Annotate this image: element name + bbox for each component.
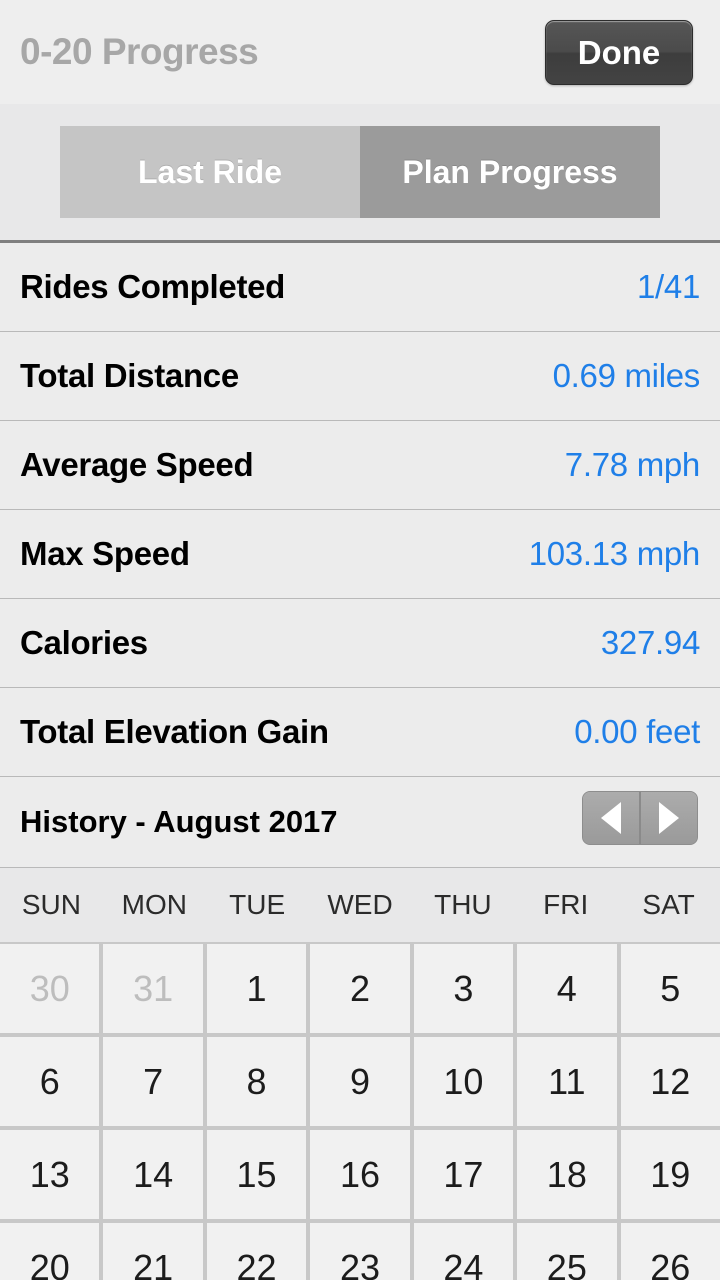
done-button[interactable]: Done [545, 20, 693, 85]
month-stepper[interactable] [582, 791, 698, 845]
calendar-day-cell[interactable]: 2 [310, 944, 410, 1033]
next-month-button[interactable] [639, 792, 697, 844]
day-header-sun: SUN [21, 889, 81, 920]
stat-row-max-speed: Max Speed 103.13 mph [0, 510, 720, 599]
stat-value: 0.00 feet [574, 713, 700, 750]
calendar-day-cell[interactable]: 7 [103, 1037, 203, 1126]
calendar-day-cell[interactable]: 11 [517, 1037, 617, 1126]
calendar-day-cell[interactable]: 6 [0, 1037, 100, 1126]
calendar-day-cell[interactable]: 17 [413, 1130, 514, 1219]
calendar-grid: 30 31 1 2 3 4 5 6 7 8 9 10 11 12 13 14 1… [0, 942, 720, 1280]
calendar-week-row: 13 14 15 16 17 18 19 [0, 1130, 720, 1219]
day-header-wed: WED [327, 889, 393, 920]
triangle-left-icon [601, 802, 621, 834]
previous-month-button[interactable] [583, 792, 639, 844]
calendar-day-cell[interactable]: 25 [517, 1223, 617, 1280]
page-title: 0-20 Progress [20, 31, 259, 72]
calendar-day-headers: SUN MON TUE WED THU FRI SAT [0, 868, 720, 942]
stat-value: 7.78 mph [564, 446, 701, 483]
triangle-right-icon [659, 802, 679, 834]
tab-last-ride[interactable]: Last Ride [60, 126, 360, 218]
calendar-day-cell[interactable]: 12 [620, 1037, 720, 1126]
day-header-sat: SAT [642, 889, 695, 920]
segmented-control[interactable]: Last Ride Plan Progress [60, 126, 660, 218]
stat-label: Max Speed [20, 535, 190, 572]
stat-row-calories: Calories 327.94 [0, 599, 720, 688]
calendar-day-cell[interactable]: 19 [620, 1130, 720, 1219]
stat-label: Calories [20, 624, 148, 661]
calendar-day-cell[interactable]: 1 [206, 944, 307, 1033]
stat-value: 1/41 [636, 268, 700, 305]
stats-list: Rides Completed 1/41 Total Distance 0.69… [0, 243, 720, 777]
stat-value: 103.13 mph [528, 535, 701, 572]
calendar-day-cell[interactable]: 20 [0, 1223, 100, 1280]
calendar-week-row: 30 31 1 2 3 4 5 [0, 944, 720, 1033]
day-header-fri: FRI [543, 889, 589, 920]
stat-label: Average Speed [20, 446, 254, 483]
calendar-day-cell[interactable]: 13 [0, 1130, 100, 1219]
calendar-day-cell[interactable]: 21 [103, 1223, 203, 1280]
calendar-day-cell[interactable]: 30 [0, 944, 100, 1033]
stat-row-rides-completed: Rides Completed 1/41 [0, 243, 720, 332]
calendar-day-cell[interactable]: 16 [310, 1130, 410, 1219]
calendar-day-cell[interactable]: 31 [103, 944, 203, 1033]
calendar-day-cell[interactable]: 18 [517, 1130, 617, 1219]
day-header-thu: THU [434, 889, 492, 920]
calendar-day-cell[interactable]: 26 [620, 1223, 720, 1280]
calendar-day-cell[interactable]: 8 [206, 1037, 307, 1126]
calendar-day-cell[interactable]: 9 [310, 1037, 410, 1126]
history-header: History - August 2017 [0, 777, 720, 868]
tab-plan-progress[interactable]: Plan Progress [360, 126, 660, 218]
history-title: History - August 2017 [20, 804, 338, 839]
calendar-day-cell[interactable]: 5 [620, 944, 720, 1033]
calendar-day-cell[interactable]: 14 [103, 1130, 203, 1219]
calendar-day-cell[interactable]: 24 [413, 1223, 514, 1280]
calendar-day-cell[interactable]: 15 [206, 1130, 307, 1219]
stat-label: Total Elevation Gain [20, 713, 329, 750]
day-header-tue: TUE [229, 889, 286, 920]
title-bar: 0-20 Progress Done [0, 0, 720, 104]
stat-row-total-elevation-gain: Total Elevation Gain 0.00 feet [0, 688, 720, 777]
day-header-mon: MON [121, 889, 187, 920]
stat-label: Rides Completed [20, 268, 286, 305]
calendar-day-cell[interactable]: 23 [310, 1223, 410, 1280]
stat-value: 0.69 miles [552, 357, 701, 394]
calendar-day-cell[interactable]: 3 [413, 944, 514, 1033]
stat-label: Total Distance [20, 357, 239, 394]
stat-value: 327.94 [600, 624, 700, 661]
calendar-day-cell[interactable]: 22 [206, 1223, 307, 1280]
calendar-day-cell[interactable]: 4 [517, 944, 617, 1033]
calendar-week-row: 6 7 8 9 10 11 12 [0, 1037, 720, 1126]
calendar-day-cell[interactable]: 10 [413, 1037, 514, 1126]
stat-row-total-distance: Total Distance 0.69 miles [0, 332, 720, 421]
calendar-week-row: 20 21 22 23 24 25 26 [0, 1223, 720, 1280]
segmented-control-bar: Last Ride Plan Progress [0, 104, 720, 243]
stat-row-average-speed: Average Speed 7.78 mph [0, 421, 720, 510]
